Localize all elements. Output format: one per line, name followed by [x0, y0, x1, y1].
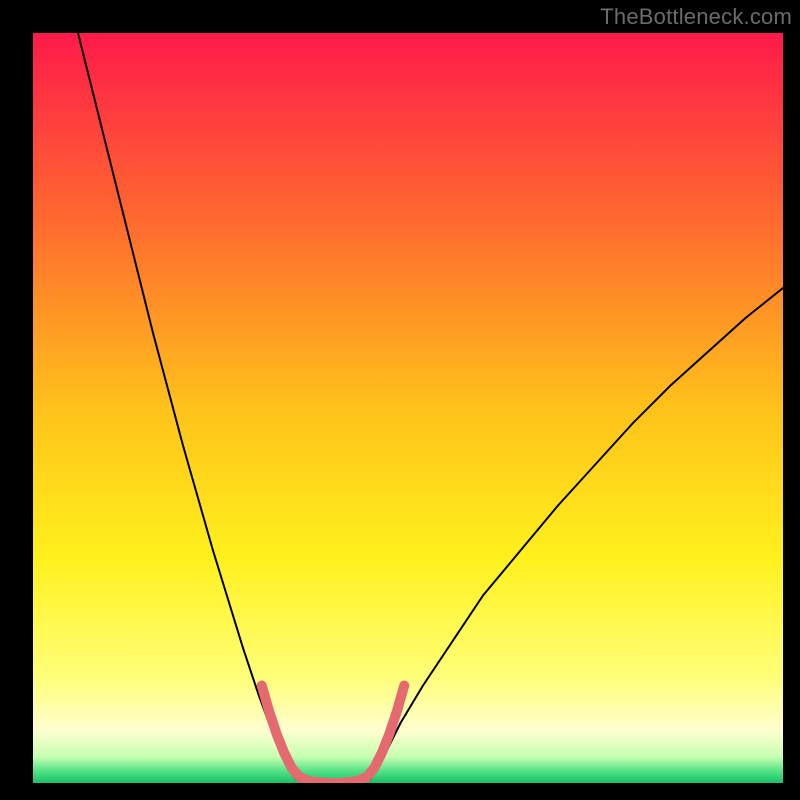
- bottleneck-chart: [33, 33, 783, 783]
- chart-background: [33, 33, 783, 783]
- chart-frame: TheBottleneck.com: [0, 0, 800, 800]
- watermark-text: TheBottleneck.com: [600, 4, 792, 30]
